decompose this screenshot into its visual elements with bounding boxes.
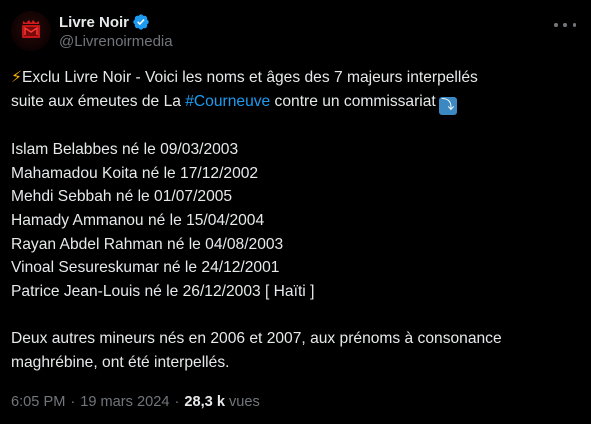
avatar[interactable]: [11, 11, 51, 51]
name-line: Rayan Abdel Rahman né le 04/08/2003: [11, 235, 284, 253]
lightning-icon: ⚡: [11, 69, 22, 86]
tweet-text: ⚡Exclu Livre Noir - Voici les noms et âg…: [11, 66, 581, 374]
tweet-outro-line-2: maghrébine, ont été interpellés.: [11, 353, 230, 371]
tweet-meta: 6:05 PM · 19 mars 2024 · 28,3 k vues: [11, 394, 260, 410]
author-display-name[interactable]: Livre Noir: [59, 14, 129, 31]
name-line: Mahamadou Koita né le 17/12/2002: [11, 164, 259, 182]
tweet-outro-line-1: Deux autres mineurs nés en 2006 et 2007,…: [11, 329, 502, 347]
tweet-header: Livre Noir @Livrenoirmedia: [11, 11, 580, 51]
name-line: Vinoal Sesureskumar né le 24/12/2001: [11, 259, 280, 277]
tweet-line-2: suite aux émeutes de La #Courneuve contr…: [11, 90, 581, 115]
name-line: Mehdi Sebbah né le 01/07/2005: [11, 188, 233, 206]
author-handle[interactable]: @Livrenoirmedia: [59, 32, 173, 52]
tweet-intro-line: ⚡Exclu Livre Noir - Voici les noms et âg…: [11, 66, 581, 90]
hashtag-link[interactable]: #Courneuve: [185, 93, 270, 110]
tweet-date[interactable]: 19 mars 2024: [80, 394, 169, 410]
name-row: Livre Noir: [59, 12, 173, 32]
name-line: Islam Belabbes né le 09/03/2003: [11, 141, 239, 159]
meta-separator: ·: [174, 394, 180, 410]
arrow-down-right-icon: ⤵: [438, 96, 457, 115]
views-count: 28,3 k: [184, 394, 225, 410]
tweet-intro-text: Exclu Livre Noir - Voici les noms et âge…: [21, 69, 478, 86]
views-label: vues: [229, 394, 260, 410]
name-line: Hamady Ammanou né le 15/04/2004: [11, 211, 265, 229]
livre-noir-logo: [22, 20, 40, 38]
verified-badge-icon: [132, 13, 150, 31]
meta-separator: ·: [70, 394, 76, 410]
author-block: Livre Noir @Livrenoirmedia: [59, 12, 173, 52]
name-line: Patrice Jean-Louis né le 26/12/2003 [ Ha…: [11, 282, 315, 300]
tweet-time[interactable]: 6:05 PM: [11, 394, 65, 410]
more-options-icon[interactable]: [554, 15, 576, 35]
